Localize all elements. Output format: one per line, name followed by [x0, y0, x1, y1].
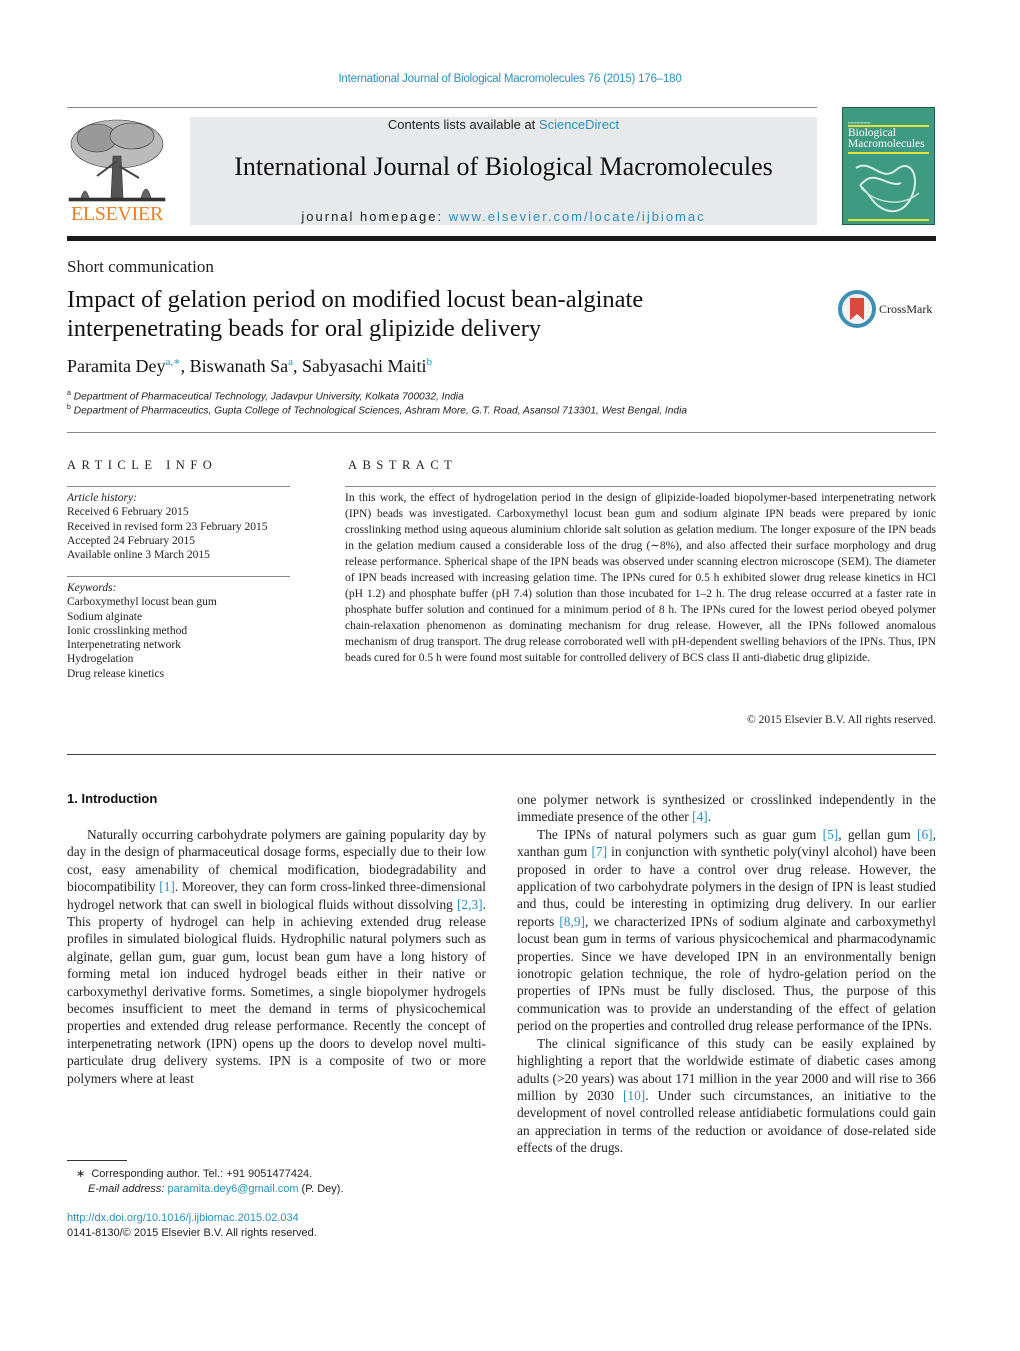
cover-title: Biological Macromolecules	[848, 127, 925, 150]
running-head[interactable]: International Journal of Biological Macr…	[0, 73, 1020, 85]
paragraph: The clinical significance of this study …	[517, 1035, 936, 1156]
article-title: Impact of gelation period on modified lo…	[67, 286, 644, 342]
keyword: Ionic crosslinking method	[67, 624, 188, 637]
keywords-label: Keywords:	[67, 582, 117, 594]
affiliation: b Department of Pharmaceutics, Gupta Col…	[67, 404, 688, 417]
keyword: Hydrogelation	[67, 653, 134, 666]
crossmark-label: CrossMark	[879, 302, 933, 316]
section-divider	[67, 432, 936, 433]
journal-cover-image[interactable]: ▪▪▪▪▪▪▪▪▪▪▪▪▪▪▪▪ Biological Macromolecul…	[842, 107, 935, 225]
citation-link[interactable]: [8,9]	[559, 914, 585, 929]
abstract-heading: ABSTRACT	[348, 458, 458, 472]
abstract-text: In this work, the effect of hydrogelatio…	[345, 492, 936, 664]
citation-link[interactable]: [7]	[591, 844, 607, 859]
abstract-copyright: © 2015 Elsevier B.V. All rights reserved…	[747, 714, 936, 726]
body-column-right: one polymer network is synthesized or cr…	[517, 791, 936, 1157]
crossmark-icon	[838, 290, 876, 328]
history-item: Received in revised form 23 February 201…	[67, 520, 268, 533]
history-item: Received 6 February 2015	[67, 506, 189, 519]
author-affiliation-marker[interactable]: a	[288, 356, 293, 368]
keyword: Carboxymethyl locust bean gum	[67, 596, 217, 609]
citation-link[interactable]: [6]	[917, 827, 933, 842]
masthead-rule	[67, 236, 936, 241]
author-name[interactable]: Paramita Dey	[67, 356, 165, 376]
article-history: Article history: Received 6 February 201…	[67, 491, 292, 562]
keyword: Sodium alginate	[67, 610, 143, 623]
author-name[interactable]: Biswanath Sa	[190, 356, 289, 376]
article-type: Short communication	[67, 257, 214, 276]
footnote-rule	[67, 1160, 127, 1161]
citation-link[interactable]: [10]	[623, 1088, 645, 1103]
keywords-rule	[67, 576, 290, 577]
homepage-prefix: journal homepage:	[301, 209, 449, 224]
footnote-marker: ∗	[76, 1168, 86, 1180]
abstract-bottom-divider	[67, 754, 936, 755]
header-rule	[67, 107, 817, 108]
elsevier-logo[interactable]: ELSEVIER	[67, 116, 167, 226]
section-heading-introduction: 1. Introduction	[67, 791, 158, 806]
paragraph: Naturally occurring carbohydrate polymer…	[67, 827, 486, 1086]
paragraph: The IPNs of natural polymers such as gua…	[517, 826, 936, 1034]
email-label: E-mail address:	[88, 1183, 168, 1195]
contents-prefix: Contents lists available at	[387, 117, 539, 132]
email-link[interactable]: paramita.dey6@gmail.com	[167, 1183, 298, 1195]
author-affiliation-marker[interactable]: a,∗	[165, 356, 180, 368]
article-history-label: Article history:	[67, 492, 137, 504]
citation-link[interactable]: [1]	[159, 879, 175, 894]
homepage-link[interactable]: www.elsevier.com/locate/ijbiomac	[449, 209, 706, 224]
doi-link[interactable]: http://dx.doi.org/10.1016/j.ijbiomac.201…	[67, 1212, 299, 1224]
author-list: Paramita Deya,∗, Biswanath Saa, Sabyasac…	[67, 356, 432, 376]
citation-link[interactable]: [4]	[692, 809, 708, 824]
cover-yellow-bar	[848, 219, 929, 221]
issn-copyright: 0141-8130/© 2015 Elsevier B.V. All right…	[67, 1227, 317, 1239]
cover-yellow-bar	[848, 152, 929, 154]
citation-link[interactable]: [2,3]	[457, 897, 483, 912]
corresponding-author-footnote: ∗ Corresponding author. Tel.: +91 905147…	[76, 1168, 344, 1195]
affiliation: a Department of Pharmaceutical Technolog…	[67, 390, 464, 403]
protein-structure-icon	[855, 164, 920, 213]
abstract-rule	[345, 486, 936, 487]
homepage-line: journal homepage: www.elsevier.com/locat…	[190, 209, 817, 224]
history-item: Accepted 24 February 2015	[67, 534, 196, 547]
journal-title: International Journal of Biological Macr…	[234, 152, 773, 181]
keywords: Keywords: Carboxymethyl locust bean gum …	[67, 581, 292, 681]
elsevier-wordmark: ELSEVIER	[70, 203, 164, 225]
doi-block: http://dx.doi.org/10.1016/j.ijbiomac.201…	[67, 1211, 317, 1241]
author-affiliation-marker[interactable]: b	[426, 356, 432, 368]
history-item: Available online 3 March 2015	[67, 549, 210, 562]
citation-link[interactable]: [5]	[823, 827, 839, 842]
author-name[interactable]: Sabyasachi Maiti	[302, 356, 426, 376]
article-info-heading: ARTICLE INFO	[67, 458, 218, 472]
article-info-rule	[67, 486, 290, 487]
contents-line: Contents lists available at ScienceDirec…	[190, 117, 817, 132]
keyword: Interpenetrating network	[67, 639, 181, 652]
paragraph: one polymer network is synthesized or cr…	[517, 792, 936, 825]
tree-icon	[68, 119, 166, 202]
crossmark-badge[interactable]: CrossMark	[838, 290, 948, 330]
body-column-left: Naturally occurring carbohydrate polymer…	[67, 826, 486, 1087]
keyword: Drug release kinetics	[67, 667, 165, 680]
sciencedirect-link[interactable]: ScienceDirect	[539, 117, 619, 132]
